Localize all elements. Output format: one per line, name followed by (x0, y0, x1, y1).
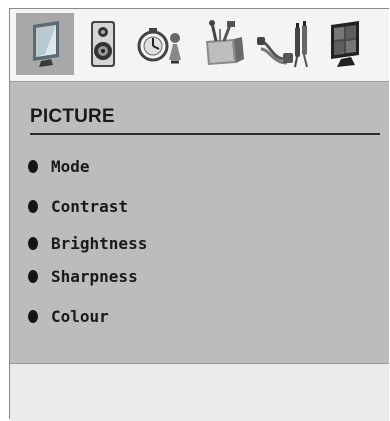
tab-source[interactable] (254, 13, 312, 75)
sound-icon (91, 21, 115, 67)
menu-footer (10, 363, 389, 421)
menu-item-sharpness[interactable]: Sharpness (28, 264, 138, 288)
bullet-icon (28, 236, 38, 250)
menu-item-label: Brightness (51, 233, 148, 253)
tab-pc[interactable] (316, 13, 374, 75)
bullet-icon (28, 199, 38, 213)
tab-settings[interactable] (132, 13, 190, 75)
menu-item-contrast[interactable]: Contrast (28, 194, 128, 218)
panel-title: PICTURE (30, 106, 115, 127)
tab-sound[interactable] (74, 13, 132, 75)
menu-item-label: Colour (51, 306, 109, 326)
picture-settings-panel: PICTURE Mode Contrast Brightness Sharpne… (10, 82, 389, 363)
install-icon (206, 20, 244, 65)
menu-item-label: Mode (51, 156, 90, 176)
menu-item-label: Contrast (51, 196, 129, 216)
menu-item-mode[interactable]: Mode (28, 154, 90, 178)
pc-icon (331, 21, 359, 67)
bullet-icon (28, 309, 38, 323)
menu-item-colour[interactable]: Colour (28, 304, 109, 328)
picture-icon (33, 21, 59, 67)
tv-osd-menu: PICTURE Mode Contrast Brightness Sharpne… (9, 8, 389, 421)
settings-icon (137, 28, 181, 64)
tab-install[interactable] (194, 13, 252, 75)
tab-picture[interactable] (16, 13, 74, 75)
bullet-icon (28, 159, 38, 173)
bullet-icon (28, 269, 38, 283)
menu-item-label: Sharpness (51, 266, 138, 286)
menu-item-brightness[interactable]: Brightness (28, 231, 147, 255)
title-divider (30, 133, 380, 135)
menu-icon-bar (10, 9, 389, 82)
source-icon (257, 21, 308, 68)
